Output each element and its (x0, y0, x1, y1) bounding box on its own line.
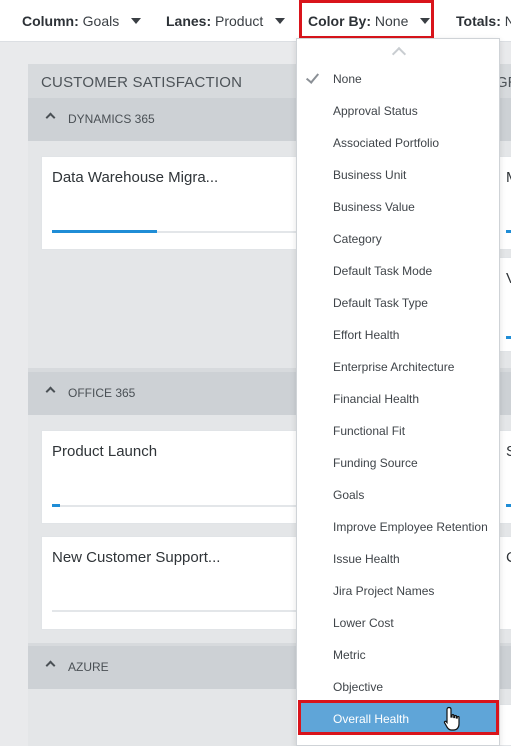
dropdown-item[interactable]: Business Unit (297, 159, 499, 191)
dropdown-item-label: Business Unit (333, 168, 407, 182)
chevron-up-icon[interactable] (45, 386, 56, 397)
progress-bar (52, 504, 302, 507)
chevron-down-icon (131, 18, 142, 25)
dropdown-item-label: Improve Employee Retention (333, 520, 488, 534)
card-partial[interactable]: M (499, 156, 511, 250)
chevron-down-icon (275, 18, 286, 25)
column-title: CUSTOMER SATISFACTION (41, 74, 243, 91)
progress-fill (506, 230, 511, 233)
dropdown-item[interactable]: Associated Portfolio (297, 127, 499, 159)
lanes-label: Lanes: (166, 13, 212, 29)
dropdown-item[interactable]: Financial Health (297, 383, 499, 415)
dropdown-item[interactable]: Default Task Mode (297, 255, 499, 287)
progress-fill (506, 504, 511, 507)
dropdown-item-label: Associated Portfolio (333, 136, 440, 150)
overall-health-highlight-box (298, 700, 499, 735)
card-title: New Customer Support... (52, 549, 221, 566)
card-title: M (506, 169, 511, 186)
dropdown-item[interactable]: Metric (297, 639, 499, 671)
chevron-up-icon[interactable] (45, 112, 56, 123)
lane-label: AZURE (68, 660, 109, 674)
lane-label: OFFICE 365 (68, 386, 136, 400)
toolbar: Column: Goals Lanes: Product Color By: N… (0, 0, 511, 42)
dropdown-item-label: Metric (333, 648, 366, 662)
dropdown-item-label: Financial Health (333, 392, 420, 406)
card-partial[interactable]: C (499, 536, 511, 630)
dropdown-item-label: Objective (333, 680, 384, 694)
card[interactable]: Data Warehouse Migra... (41, 156, 311, 250)
dropdown-item[interactable]: Enterprise Architecture (297, 351, 499, 383)
card-title: V (506, 270, 511, 287)
dropdown-item-label: Enterprise Architecture (333, 360, 455, 374)
card[interactable]: Product Launch (41, 430, 311, 524)
dropdown-item[interactable]: Approval Status (297, 95, 499, 127)
color-by-highlight-box (299, 0, 434, 39)
lane-label: DYNAMICS 365 (68, 112, 155, 126)
dropdown-item-label: Issue Health (333, 552, 400, 566)
card-title: Data Warehouse Migra... (52, 169, 219, 186)
card-title: S (506, 443, 511, 460)
checkmark-icon (305, 70, 320, 84)
dropdown-item-label: Lower Cost (333, 616, 394, 630)
progress-bar (52, 610, 302, 612)
dropdown-item[interactable]: Lower Cost (297, 607, 499, 639)
dropdown-item[interactable]: Effort Health (297, 319, 499, 351)
lane-header-dynamics-365[interactable]: DYNAMICS 365 (28, 98, 328, 141)
dropdown-item-label: Business Value (333, 200, 415, 214)
card[interactable]: New Customer Support... (41, 536, 311, 630)
dropdown-item[interactable]: None (297, 63, 499, 95)
lane-body (28, 689, 328, 746)
card-partial[interactable]: V (499, 257, 511, 352)
dropdown-item-label: Jira Project Names (333, 584, 435, 598)
dropdown-item[interactable]: Jira Project Names (297, 575, 499, 607)
hand-cursor-icon (443, 706, 460, 731)
totals-selector[interactable]: Totals: N (456, 13, 511, 29)
dropdown-item[interactable]: Objective (297, 671, 499, 703)
dropdown-item-label: Goals (333, 488, 365, 502)
column-label: Column: (22, 13, 79, 29)
column-selector[interactable]: Column: Goals (22, 13, 142, 29)
progress-bar (52, 230, 302, 233)
card-partial[interactable]: S (499, 430, 511, 524)
scroll-up-icon[interactable] (391, 46, 407, 62)
card-partial[interactable] (499, 704, 511, 746)
dropdown-item-label: Functional Fit (333, 424, 406, 438)
card-title: Product Launch (52, 443, 158, 460)
dropdown-item[interactable]: Functional Fit (297, 415, 499, 447)
card-title: C (506, 549, 511, 566)
lane-header-office-365[interactable]: OFFICE 365 (28, 372, 328, 415)
progress-fill (52, 504, 60, 507)
dropdown-item[interactable]: Funding Source (297, 447, 499, 479)
lane-header-azure[interactable]: AZURE (28, 646, 328, 689)
dropdown-item[interactable]: Default Task Type (297, 287, 499, 319)
lanes-selector[interactable]: Lanes: Product (166, 13, 286, 29)
progress-fill (52, 230, 157, 233)
column-value: Goals (82, 13, 120, 29)
dropdown-item-label: Default Task Type (333, 296, 428, 310)
dropdown-item[interactable]: Goals (297, 479, 499, 511)
dropdown-item[interactable]: Improve Employee Retention (297, 511, 499, 543)
dropdown-item-label: Effort Health (333, 328, 400, 342)
totals-label: Totals: (456, 13, 501, 29)
dropdown-item-label: Category (333, 232, 382, 246)
dropdown-item-label: Approval Status (333, 104, 418, 118)
lanes-value: Product (215, 13, 264, 29)
totals-value: N (504, 13, 511, 29)
dropdown-item-label: Default Task Mode (333, 264, 433, 278)
progress-fill (506, 336, 511, 339)
color-by-dropdown: None Approval Status Associated Portfolio B… (296, 38, 500, 746)
dropdown-item[interactable]: Issue Health (297, 543, 499, 575)
dropdown-item[interactable]: Category (297, 223, 499, 255)
dropdown-item-label: Funding Source (333, 456, 418, 470)
dropdown-item[interactable]: Business Value (297, 191, 499, 223)
dropdown-item-label: None (333, 72, 362, 86)
chevron-up-icon[interactable] (45, 660, 56, 671)
